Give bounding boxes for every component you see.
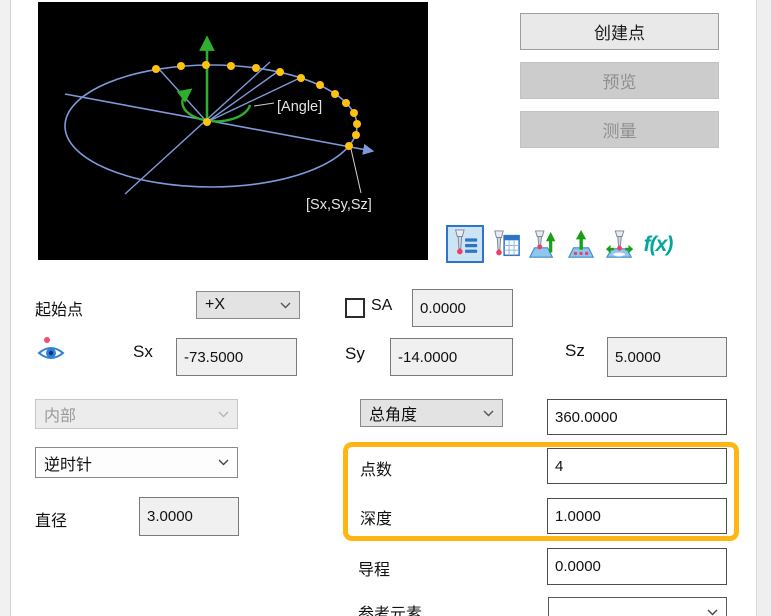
probe-retract-glyph bbox=[528, 229, 558, 261]
sy-label: Sy bbox=[345, 344, 365, 364]
fx-glyph: f(x) bbox=[644, 233, 673, 257]
chevron-down-icon bbox=[280, 302, 291, 309]
sy-field[interactable] bbox=[390, 338, 513, 376]
sy-input[interactable] bbox=[398, 339, 512, 375]
diameter-field[interactable] bbox=[139, 497, 239, 536]
diameter-label: 直径 bbox=[35, 507, 67, 531]
surface-vector-icon[interactable] bbox=[563, 226, 601, 264]
circle-points-dialog: [Angle] [Sx,Sy,Sz] 创建点 预览 测量 bbox=[0, 0, 771, 616]
chevron-down-icon bbox=[218, 459, 229, 466]
left-panel-edge bbox=[0, 0, 11, 616]
sz-input[interactable] bbox=[615, 338, 726, 376]
diameter-input[interactable] bbox=[147, 498, 238, 535]
probe-table-icon[interactable] bbox=[487, 226, 525, 264]
create-point-button[interactable]: 创建点 bbox=[520, 13, 719, 50]
chevron-down-icon bbox=[483, 410, 494, 417]
probe-list-glyph bbox=[450, 228, 480, 260]
total-angle-dropdown[interactable]: 总角度 bbox=[360, 399, 503, 427]
sz-label: Sz bbox=[565, 341, 585, 361]
sx-field[interactable] bbox=[176, 338, 297, 376]
total-angle-input[interactable] bbox=[555, 400, 726, 434]
probe-slide-icon[interactable] bbox=[601, 226, 639, 264]
right-scrollbar[interactable] bbox=[756, 0, 771, 616]
surface-vector-glyph bbox=[567, 229, 597, 261]
start-point-dropdown-value: +X bbox=[205, 296, 225, 314]
direction-dropdown-value: 逆时针 bbox=[44, 451, 92, 475]
depth-input[interactable] bbox=[555, 499, 726, 533]
points-count-field[interactable] bbox=[547, 448, 727, 484]
preview-button[interactable]: 预览 bbox=[520, 62, 719, 99]
sa-label: SA bbox=[371, 297, 392, 315]
probe-table-glyph bbox=[491, 229, 521, 261]
inner-outer-dropdown-value: 内部 bbox=[44, 402, 76, 426]
sx-label: Sx bbox=[133, 342, 153, 362]
sx-input[interactable] bbox=[184, 339, 296, 375]
circle-diagram: [Angle] [Sx,Sy,Sz] bbox=[38, 2, 428, 260]
direction-dropdown[interactable]: 逆时针 bbox=[35, 447, 238, 478]
lead-label: 导程 bbox=[358, 556, 390, 580]
start-point-label: [Sx,Sy,Sz] bbox=[306, 197, 372, 213]
chevron-down-icon bbox=[707, 609, 718, 616]
sa-value-field[interactable] bbox=[412, 289, 513, 327]
measure-button[interactable]: 测量 bbox=[520, 111, 719, 148]
start-point-field-label: 起始点 bbox=[35, 296, 83, 320]
circle-diagram-svg: [Angle] [Sx,Sy,Sz] bbox=[38, 2, 428, 260]
eye-glyph bbox=[36, 335, 66, 365]
probe-list-icon[interactable] bbox=[446, 225, 484, 263]
inner-outer-dropdown[interactable]: 内部 bbox=[35, 399, 238, 429]
sa-checkbox[interactable] bbox=[345, 298, 365, 318]
depth-field[interactable] bbox=[547, 498, 727, 534]
sa-value-input[interactable] bbox=[420, 290, 512, 326]
chevron-down-icon bbox=[218, 411, 229, 418]
visibility-eye-icon[interactable] bbox=[36, 335, 66, 365]
angle-label: [Angle] bbox=[277, 99, 322, 115]
lead-field[interactable] bbox=[547, 548, 727, 585]
sz-field[interactable] bbox=[607, 337, 727, 377]
reference-element-dropdown[interactable] bbox=[548, 597, 727, 616]
lead-input[interactable] bbox=[555, 549, 726, 584]
probe-slide-glyph bbox=[605, 229, 635, 261]
points-count-label: 点数 bbox=[360, 456, 392, 480]
start-point-dropdown[interactable]: +X bbox=[196, 291, 300, 319]
depth-label: 深度 bbox=[360, 505, 392, 529]
function-icon[interactable]: f(x) bbox=[639, 226, 677, 264]
total-angle-dropdown-value: 总角度 bbox=[369, 401, 417, 425]
reference-element-label: 参考元素 bbox=[358, 600, 422, 616]
total-angle-field[interactable] bbox=[547, 399, 727, 435]
points-count-input[interactable] bbox=[555, 449, 726, 483]
probe-retract-icon[interactable] bbox=[524, 226, 562, 264]
